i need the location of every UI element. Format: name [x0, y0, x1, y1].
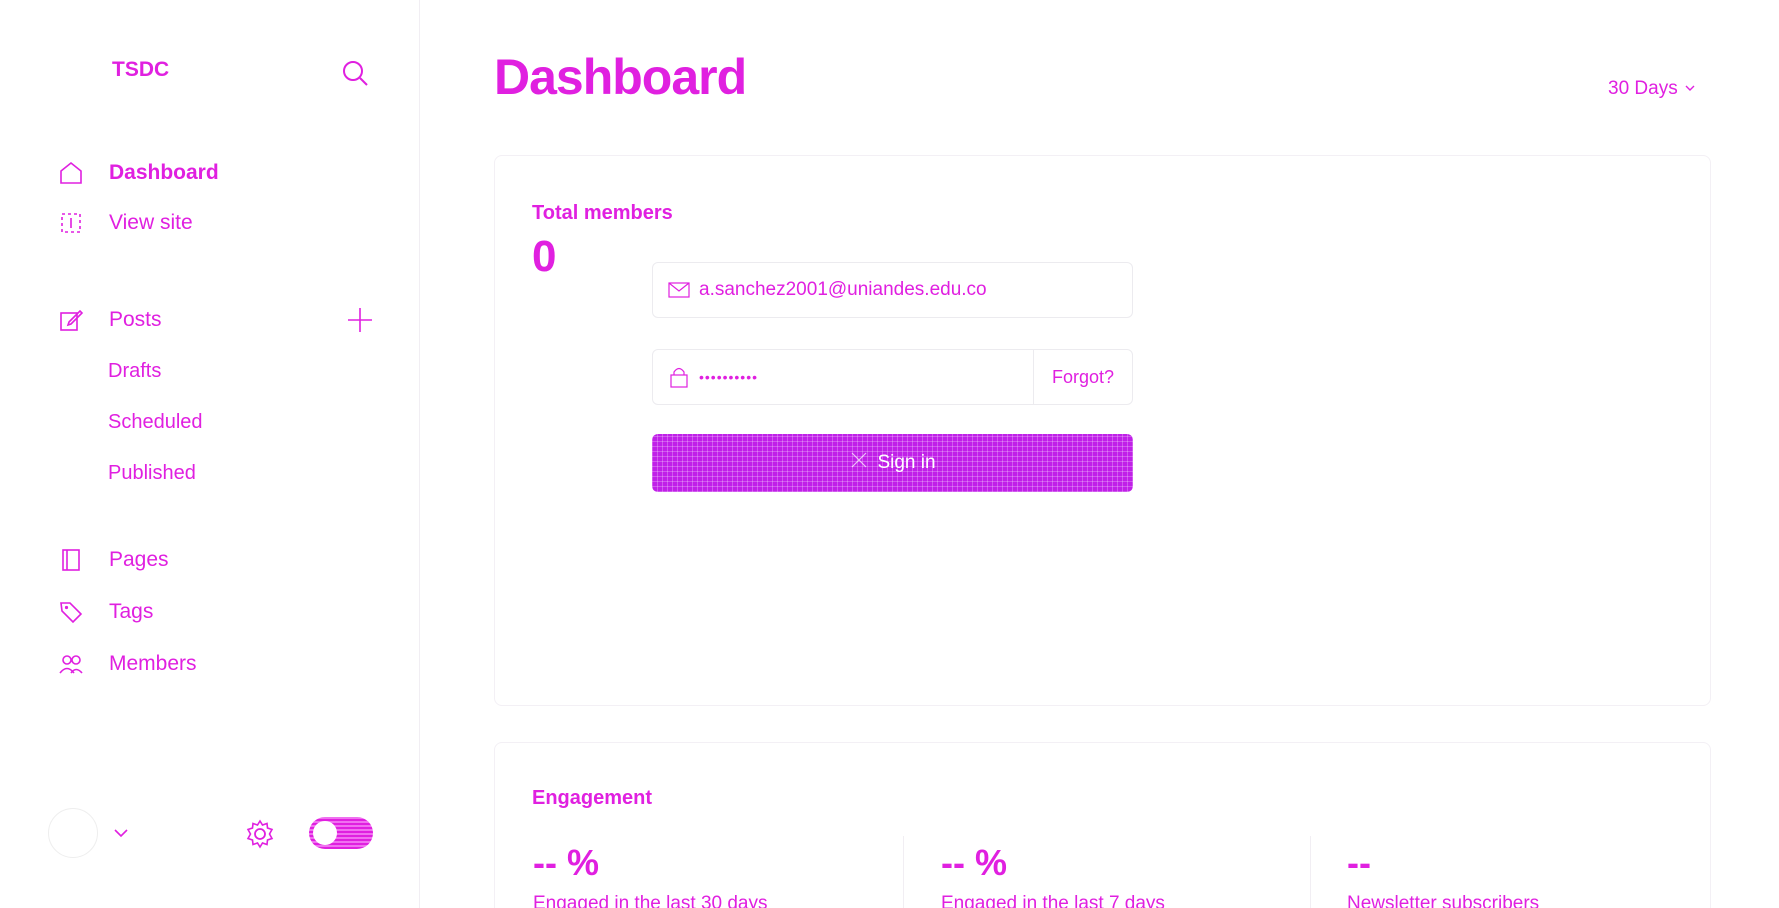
lock-icon: [667, 365, 691, 389]
members-icon: [58, 651, 84, 677]
engaged-30-days-value: -- %: [533, 842, 599, 883]
email-field[interactable]: a.sanchez2001@uniandes.edu.co: [652, 262, 1133, 318]
nav-dashboard[interactable]: Dashboard: [58, 158, 219, 188]
nav-tags-label: Tags: [109, 600, 154, 623]
newsletter-subscribers-label: Newsletter subscribers: [1347, 893, 1540, 908]
nav-dashboard-label: Dashboard: [109, 161, 219, 184]
nav-posts-label: Posts: [109, 308, 162, 331]
forgot-password-link[interactable]: Forgot?: [1032, 350, 1132, 404]
password-value: ••••••••••: [699, 369, 759, 385]
stat-divider: [1310, 836, 1311, 908]
nav-pages[interactable]: Pages: [58, 545, 169, 575]
nav-members-label: Members: [109, 652, 197, 675]
nav-view-site[interactable]: View site: [58, 208, 193, 238]
site-title[interactable]: TSDC: [112, 58, 169, 82]
nav-pages-label: Pages: [109, 548, 169, 571]
tag-icon: [58, 599, 84, 625]
password-field[interactable]: •••••••••• Forgot?: [652, 349, 1133, 405]
nav-posts[interactable]: Posts: [58, 305, 162, 335]
email-value: a.sanchez2001@uniandes.edu.co: [699, 279, 987, 300]
plus-icon[interactable]: [346, 306, 374, 334]
stat-divider: [903, 836, 904, 908]
page-title: Dashboard: [494, 49, 747, 105]
engagement-card: Engagement: [494, 742, 1711, 908]
total-members-card: Total members 0: [494, 155, 1711, 706]
edit-icon: [58, 307, 84, 333]
gear-icon[interactable]: [244, 818, 276, 850]
nav-members[interactable]: Members: [58, 649, 197, 679]
engaged-30-days-label: Engaged in the last 30 days: [533, 893, 768, 908]
total-members-label: Total members: [532, 202, 673, 224]
nav-published[interactable]: Published: [108, 462, 196, 485]
date-range-select[interactable]: 30 Days: [1608, 78, 1696, 100]
chevron-down-icon: [1684, 78, 1696, 100]
home-icon: [58, 160, 84, 186]
avatar[interactable]: [48, 808, 98, 858]
sidebar: TSDC Dashboard View site Posts Drafts Sc…: [0, 0, 420, 908]
sign-in-label: Sign in: [877, 452, 936, 473]
pages-icon: [58, 547, 84, 573]
mail-icon: [667, 278, 691, 302]
nav-drafts[interactable]: Drafts: [108, 360, 161, 383]
newsletter-subscribers-value: --: [1347, 842, 1371, 883]
engaged-7-days-label: Engaged in the last 7 days: [941, 893, 1165, 908]
dark-mode-toggle[interactable]: [309, 817, 373, 849]
total-members-value: 0: [532, 232, 557, 281]
chevron-down-icon[interactable]: [112, 824, 130, 842]
view-site-icon: [58, 210, 84, 236]
date-range-label: 30 Days: [1608, 78, 1678, 99]
nav-scheduled[interactable]: Scheduled: [108, 411, 203, 434]
nav-view-site-label: View site: [109, 211, 193, 234]
sign-in-icon: [849, 450, 869, 476]
sign-in-button[interactable]: Sign in: [652, 434, 1133, 492]
engagement-label: Engagement: [532, 787, 653, 809]
engaged-7-days-value: -- %: [941, 842, 1007, 883]
search-icon[interactable]: [340, 58, 370, 88]
nav-tags[interactable]: Tags: [58, 597, 153, 627]
